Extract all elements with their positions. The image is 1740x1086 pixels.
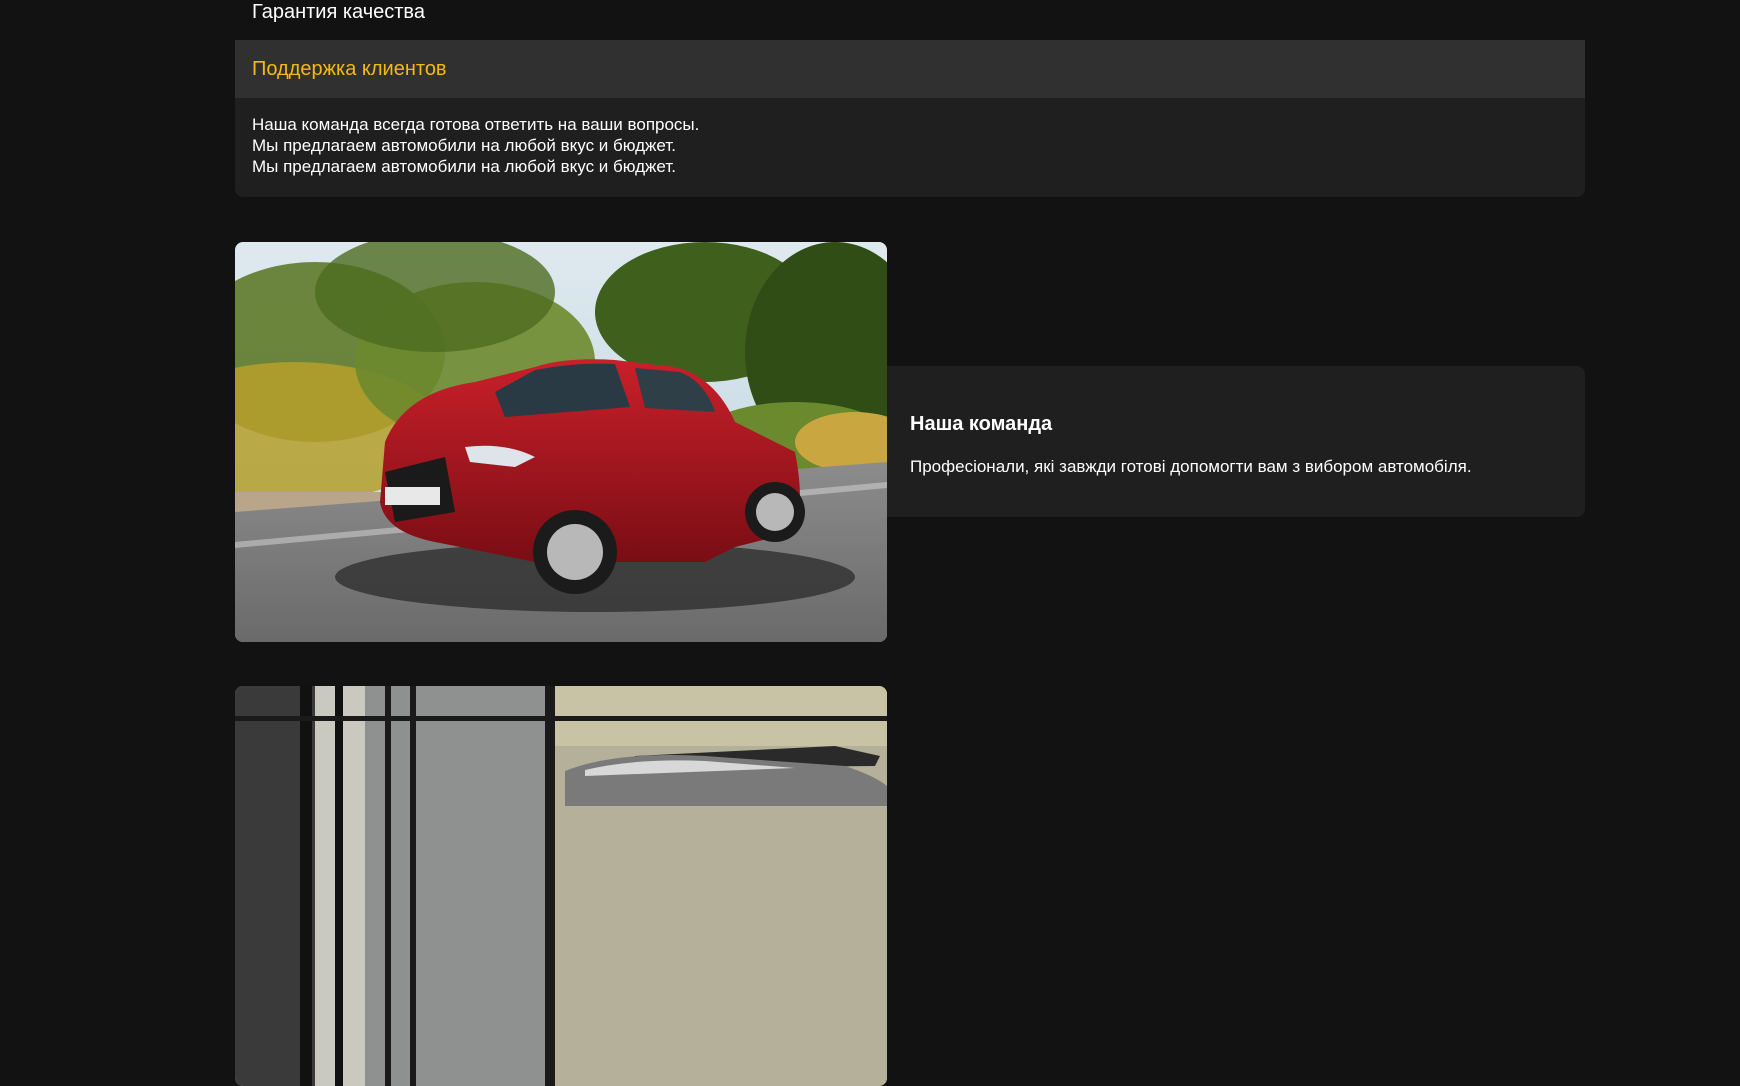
accordion-item-quality-header[interactable]: Гарантия качества <box>235 0 425 25</box>
support-line-2: Мы предлагаем автомобили на любой вкус и… <box>252 136 676 155</box>
feature-team: Наша команда Професіонали, які завжди го… <box>235 242 1585 642</box>
red-suv-photo <box>235 242 887 642</box>
feature-team-text: Професіонали, які завжди готові допомогт… <box>910 457 1472 476</box>
accordion-item-support: Поддержка клиентов Наша команда всегда г… <box>235 40 1585 197</box>
accordion-item-support-header[interactable]: Поддержка клиентов <box>235 40 1585 98</box>
feature-second <box>235 686 1585 1086</box>
feature-team-title: Наша команда <box>910 413 1053 435</box>
accordion-item-support-body: Наша команда всегда готова ответить на в… <box>235 98 1585 177</box>
silver-sports-car-photo <box>235 686 887 1086</box>
support-line-1: Наша команда всегда готова ответить на в… <box>252 115 700 134</box>
support-line-3: Мы предлагаем автомобили на любой вкус и… <box>252 157 676 176</box>
feature-team-card: Наша команда Професіонали, які завжди го… <box>887 366 1585 517</box>
